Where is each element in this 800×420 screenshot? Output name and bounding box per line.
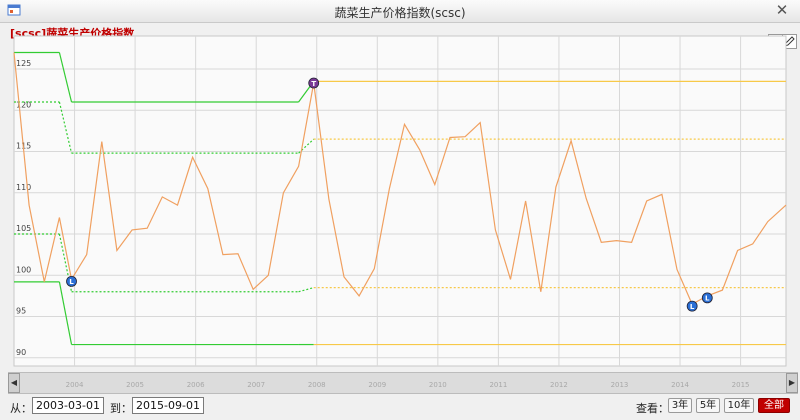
scroll-right-button[interactable]: ▶	[786, 373, 798, 393]
scrollbar-tick-label: 2010	[428, 381, 447, 389]
to-label: 到：	[110, 402, 132, 415]
scrollbar-tick-label: 2014	[671, 381, 689, 389]
range-5y-button[interactable]: 5年	[696, 398, 720, 413]
range-all-button[interactable]: 全部	[758, 398, 790, 413]
scrollbar-tick-label: 2013	[610, 381, 629, 389]
scrollbar-tick-labels: 2004 2005 2006 2007 2008 2009 2010 2011 2012 2013…	[8, 381, 798, 391]
y-tick-label: 90	[16, 348, 26, 357]
scrollbar-tick-label: 2009	[368, 381, 387, 389]
from-date-input[interactable]: 2003-03-01	[32, 397, 104, 414]
scrollbar-tick-label: 2011	[489, 381, 508, 389]
y-tick-label: 110	[16, 183, 31, 192]
price-index-chart: 9095100105110115120125LTLL	[13, 35, 787, 367]
to-date-input[interactable]: 2015-09-01	[132, 397, 204, 414]
scrollbar-tick-label: 2007	[247, 381, 266, 389]
close-button[interactable]: ✕	[772, 1, 792, 19]
y-tick-label: 125	[16, 59, 31, 68]
range-controls: 从： 2003-03-01 到： 2015-09-01 查看： 3年 5年 10…	[0, 396, 800, 418]
range-10y-button[interactable]: 10年	[724, 398, 754, 413]
scrollbar-tick-label: 2015	[731, 381, 750, 389]
y-tick-label: 100	[16, 265, 31, 274]
scrollbar-tick-label: 2008	[307, 381, 326, 389]
view-label: 查看：	[636, 402, 669, 415]
y-tick-label: 95	[16, 307, 26, 316]
from-label: 从：	[10, 402, 32, 415]
scrollbar-tick-label: 2012	[550, 381, 568, 389]
range-3y-button[interactable]: 3年	[668, 398, 692, 413]
window-title: 蔬菜生产价格指数(scsc)	[334, 6, 466, 20]
scrollbar-tick-label: 2006	[186, 381, 205, 389]
marker-label: L	[705, 295, 710, 303]
marker-label: T	[311, 80, 316, 88]
y-tick-label: 105	[16, 224, 31, 233]
scrollbar-tick-label: 2004	[65, 381, 84, 389]
scrollbar-tick-label: 2005	[126, 381, 145, 389]
marker-label: L	[69, 278, 74, 286]
marker-label: L	[690, 303, 695, 311]
window-titlebar: 蔬菜生产价格指数(scsc) ✕	[0, 0, 800, 23]
time-scrollbar[interactable]: ◀ 2004 2005 2006 2007 2008 2009 2010 2011 2012 20…	[8, 372, 798, 394]
